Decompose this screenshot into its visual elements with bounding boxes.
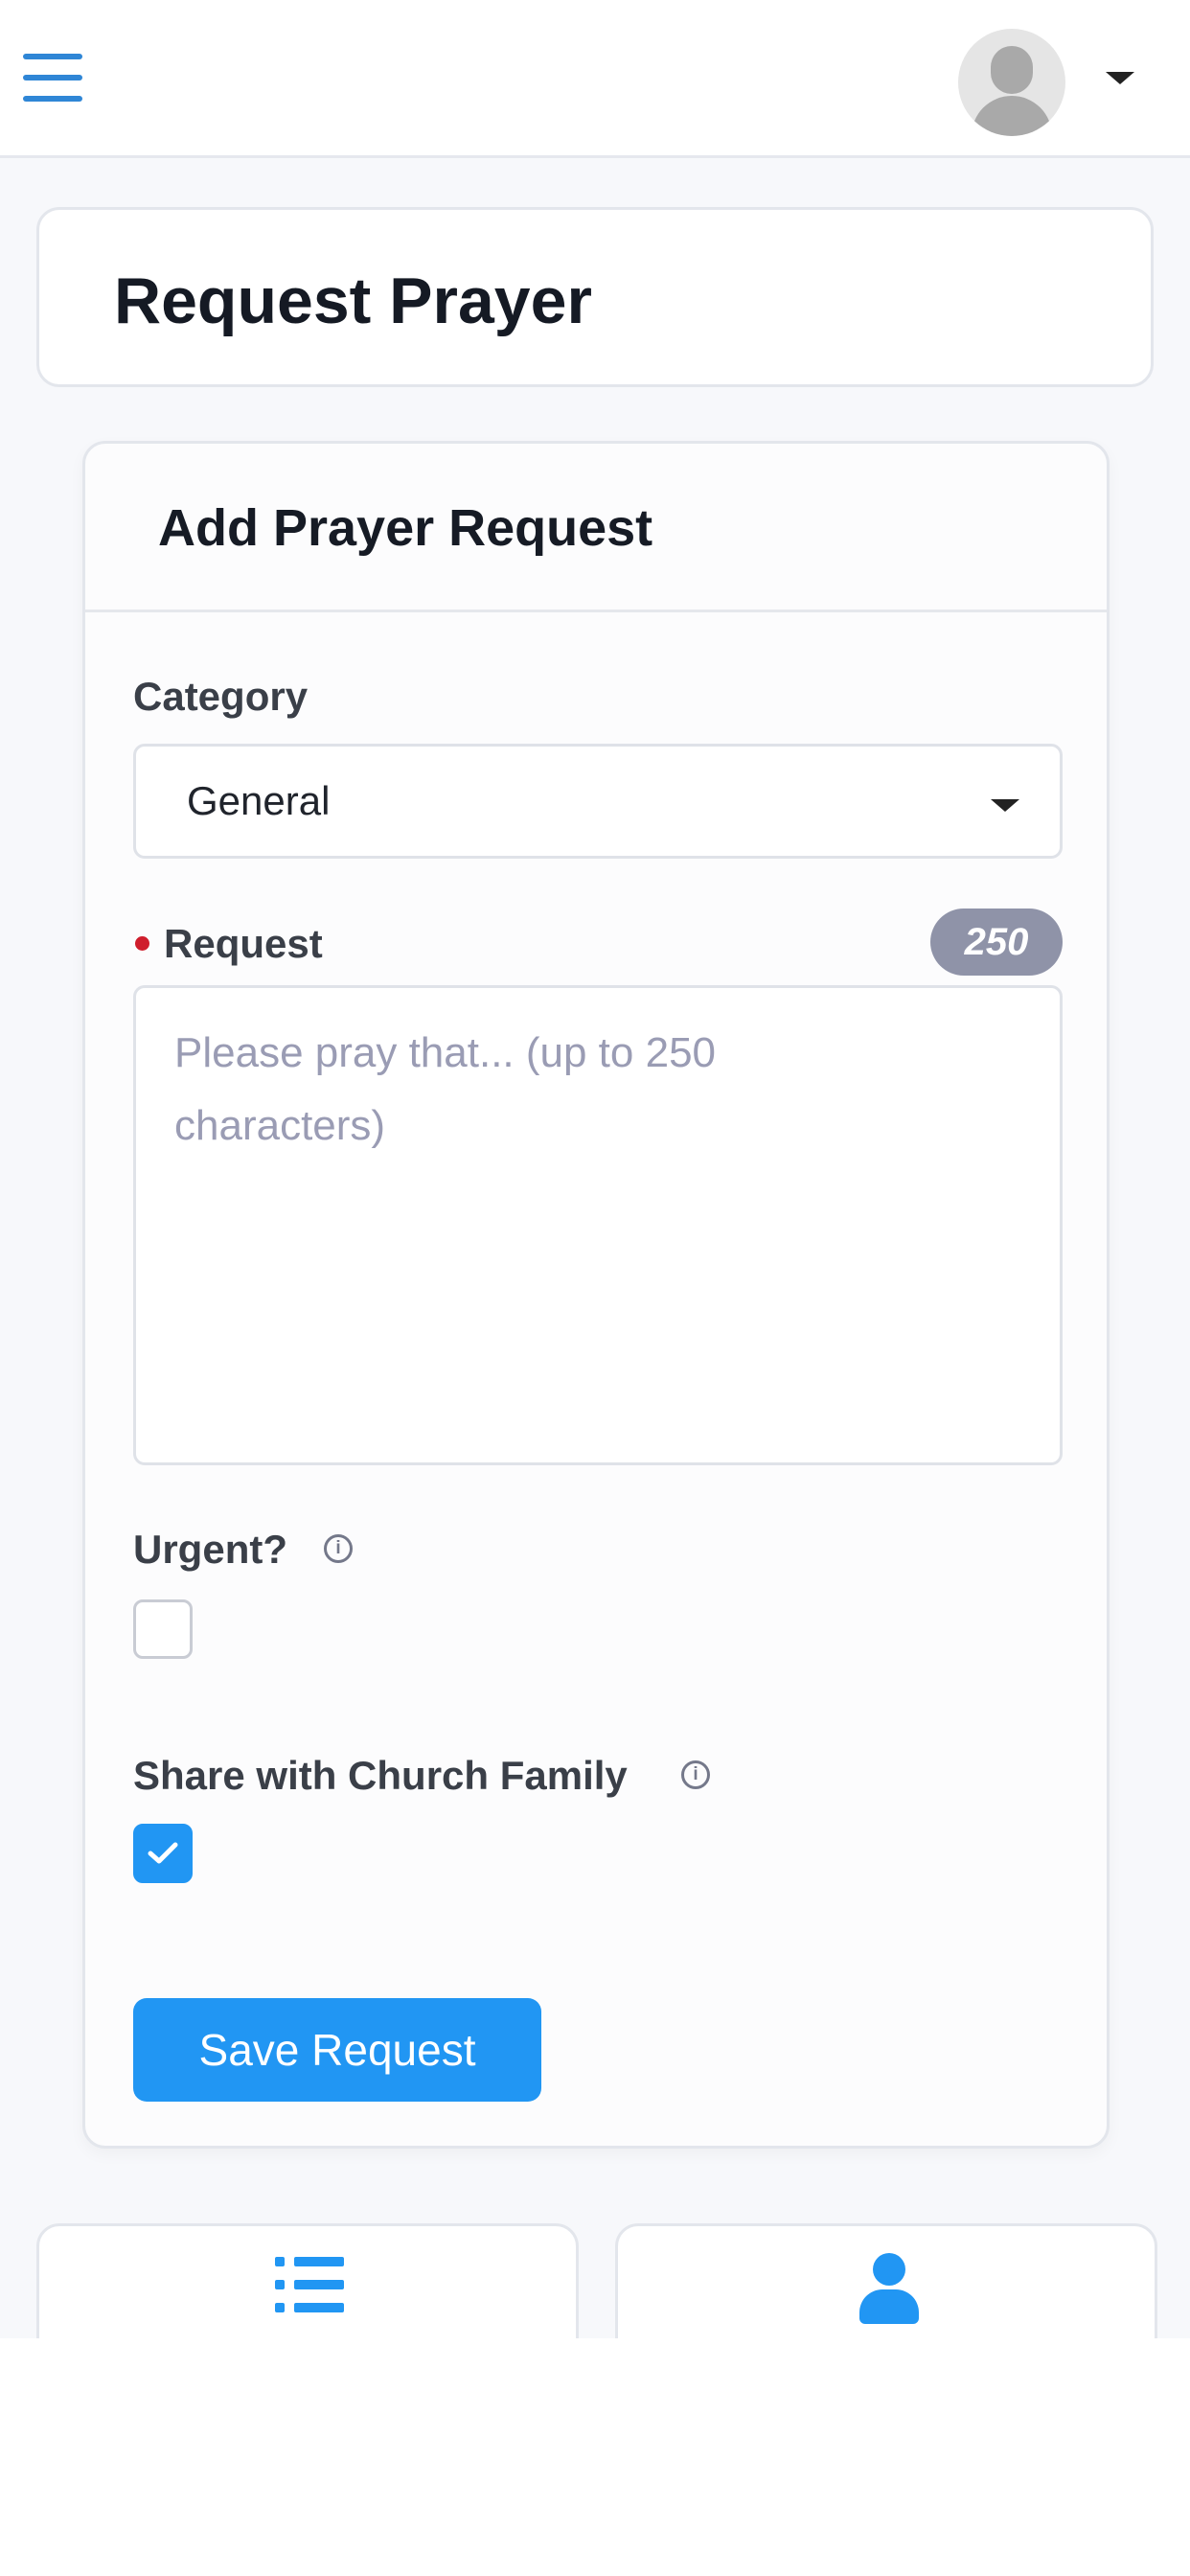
user-avatar-icon[interactable]	[958, 29, 1065, 136]
request-placeholder: Please pray that... (up to 250 character…	[174, 1029, 717, 1149]
info-icon[interactable]: i	[681, 1760, 710, 1789]
category-label: Category	[133, 674, 309, 719]
menu-line	[23, 96, 82, 102]
chevron-down-icon	[991, 799, 1019, 812]
page-title-card: Request Prayer	[36, 207, 1154, 387]
avatar-body	[972, 96, 1052, 136]
category-select[interactable]: General	[133, 744, 1063, 859]
checkmark-icon	[148, 1842, 178, 1864]
avatar-head	[991, 46, 1033, 94]
top-bar	[0, 0, 1190, 158]
save-request-button[interactable]: Save Request	[133, 1998, 541, 2102]
category-selected-value: General	[187, 778, 331, 823]
menu-line	[23, 54, 82, 59]
urgent-label: Urgent?	[133, 1527, 287, 1572]
app-screen: Request Prayer Add Prayer Request Catego…	[0, 0, 1190, 2338]
required-indicator	[135, 936, 149, 951]
share-label: Share with Church Family	[133, 1753, 628, 1798]
caret-down-icon[interactable]	[1106, 72, 1134, 84]
prayer-request-form: Add Prayer Request Category General Requ…	[82, 441, 1110, 2149]
list-icon	[275, 2257, 344, 2312]
info-icon[interactable]: i	[324, 1534, 353, 1563]
share-checkbox[interactable]	[133, 1824, 193, 1883]
form-header: Add Prayer Request	[85, 444, 1107, 612]
nav-card-list[interactable]	[36, 2223, 579, 2338]
request-textarea[interactable]: Please pray that... (up to 250 character…	[133, 985, 1063, 1465]
request-label: Request	[164, 921, 323, 966]
form-title: Add Prayer Request	[158, 499, 653, 557]
menu-line	[23, 75, 82, 80]
nav-card-profile[interactable]	[615, 2223, 1157, 2338]
character-counter-badge: 250	[930, 908, 1063, 976]
urgent-checkbox[interactable]	[133, 1599, 193, 1659]
hamburger-menu-icon[interactable]	[23, 54, 82, 102]
user-icon	[858, 2253, 921, 2324]
page-title: Request Prayer	[114, 264, 592, 337]
